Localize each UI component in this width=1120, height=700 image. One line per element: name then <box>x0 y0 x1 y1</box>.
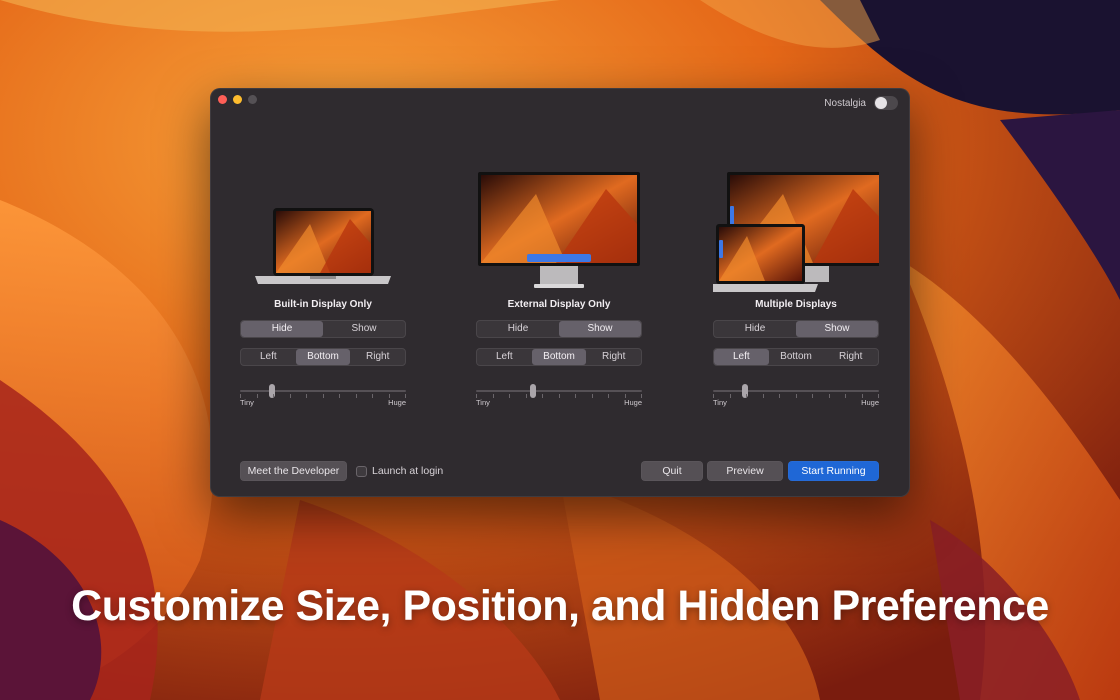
hide-option[interactable]: Hide <box>477 321 559 337</box>
quit-button[interactable]: Quit <box>641 461 703 481</box>
marketing-caption: Customize Size, Position, and Hidden Pre… <box>71 582 1049 630</box>
bottom-option[interactable]: Bottom <box>769 349 824 365</box>
minimize-window-button[interactable] <box>233 95 242 104</box>
nostalgia-setting: Nostalgia <box>824 96 898 110</box>
slider-track <box>240 390 406 392</box>
column-title: External Display Only <box>507 299 611 310</box>
slider-tick <box>290 394 291 398</box>
close-window-button[interactable] <box>218 95 227 104</box>
slider-tick <box>509 394 510 398</box>
left-option[interactable]: Left <box>477 349 532 365</box>
slider-thumb[interactable] <box>269 384 275 398</box>
slider-tick <box>608 394 609 398</box>
slider-tick <box>641 394 642 398</box>
slider-thumb[interactable] <box>530 384 536 398</box>
show-option[interactable]: Show <box>323 321 405 337</box>
slider-tick <box>240 394 241 398</box>
nostalgia-label: Nostalgia <box>824 97 866 109</box>
right-option[interactable]: Right <box>586 349 641 365</box>
slider-tick <box>339 394 340 398</box>
external-monitor-illustration <box>476 164 642 296</box>
left-option[interactable]: Left <box>241 349 296 365</box>
slider-tick <box>625 394 626 398</box>
left-option[interactable]: Left <box>714 349 769 365</box>
launch-at-login-label: Launch at login <box>372 465 444 477</box>
position-segmented: Left Bottom Right <box>240 348 406 366</box>
slider-tick <box>763 394 764 398</box>
right-option[interactable]: Right <box>823 349 878 365</box>
preview-button[interactable]: Preview <box>707 461 783 481</box>
slider-tick <box>746 394 747 398</box>
toggle-knob <box>875 97 887 109</box>
slider-tick <box>796 394 797 398</box>
slider-max-label: Huge <box>624 398 642 407</box>
slider-tick <box>878 394 879 398</box>
slider-tick <box>730 394 731 398</box>
slider-tick <box>476 394 477 398</box>
slider-min-label: Tiny <box>476 398 490 407</box>
slider-tick <box>306 394 307 398</box>
slider-tick <box>356 394 357 398</box>
slider-tick <box>323 394 324 398</box>
hide-option[interactable]: Hide <box>241 321 323 337</box>
slider-tick <box>526 394 527 398</box>
size-slider[interactable]: Tiny Huge <box>713 376 879 407</box>
launch-at-login[interactable]: Launch at login <box>356 465 443 477</box>
position-segmented: Left Bottom Right <box>476 348 642 366</box>
column-external: External Display Only Hide Show Left Bot… <box>476 164 642 407</box>
visibility-segmented: Hide Show <box>476 320 642 338</box>
multiple-displays-illustration <box>703 164 889 296</box>
slider-tick <box>273 394 274 398</box>
slider-tick <box>372 394 373 398</box>
slider-tick <box>405 394 406 398</box>
app-window: Nostalgia Built-in Display Only Hide Sho… <box>210 88 910 497</box>
position-segmented: Left Bottom Right <box>713 348 879 366</box>
hide-option[interactable]: Hide <box>714 321 796 337</box>
slider-tick <box>845 394 846 398</box>
slider-tick <box>257 394 258 398</box>
slider-tick <box>779 394 780 398</box>
slider-min-label: Tiny <box>240 398 254 407</box>
slider-tick <box>862 394 863 398</box>
slider-max-label: Huge <box>861 398 879 407</box>
slider-tick <box>493 394 494 398</box>
slider-tick <box>829 394 830 398</box>
slider-max-label: Huge <box>388 398 406 407</box>
slider-tick <box>559 394 560 398</box>
size-slider[interactable]: Tiny Huge <box>240 376 406 407</box>
slider-track <box>476 390 642 392</box>
start-running-button[interactable]: Start Running <box>788 461 879 481</box>
show-option[interactable]: Show <box>559 321 641 337</box>
slider-tick <box>575 394 576 398</box>
laptop-illustration <box>240 164 406 296</box>
column-built-in: Built-in Display Only Hide Show Left Bot… <box>240 164 406 407</box>
slider-tick <box>389 394 390 398</box>
nostalgia-toggle[interactable] <box>874 96 898 110</box>
bottom-option[interactable]: Bottom <box>531 349 587 365</box>
slider-tick <box>542 394 543 398</box>
column-title: Multiple Displays <box>755 299 837 310</box>
bottom-option[interactable]: Bottom <box>295 349 351 365</box>
slider-tick <box>812 394 813 398</box>
size-slider[interactable]: Tiny Huge <box>476 376 642 407</box>
slider-min-label: Tiny <box>713 398 727 407</box>
column-title: Built-in Display Only <box>274 299 372 310</box>
column-multiple: Multiple Displays Hide Show Left Bottom … <box>703 164 889 407</box>
meet-developer-button[interactable]: Meet the Developer <box>240 461 347 481</box>
visibility-segmented: Hide Show <box>240 320 406 338</box>
visibility-segmented: Hide Show <box>713 320 879 338</box>
launch-at-login-checkbox[interactable] <box>356 465 367 477</box>
zoom-window-button[interactable] <box>248 95 257 104</box>
slider-thumb[interactable] <box>742 384 748 398</box>
slider-tick <box>713 394 714 398</box>
right-option[interactable]: Right <box>350 349 405 365</box>
slider-tick <box>592 394 593 398</box>
slider-track <box>713 390 879 392</box>
show-option[interactable]: Show <box>796 321 878 337</box>
window-controls <box>218 95 257 104</box>
